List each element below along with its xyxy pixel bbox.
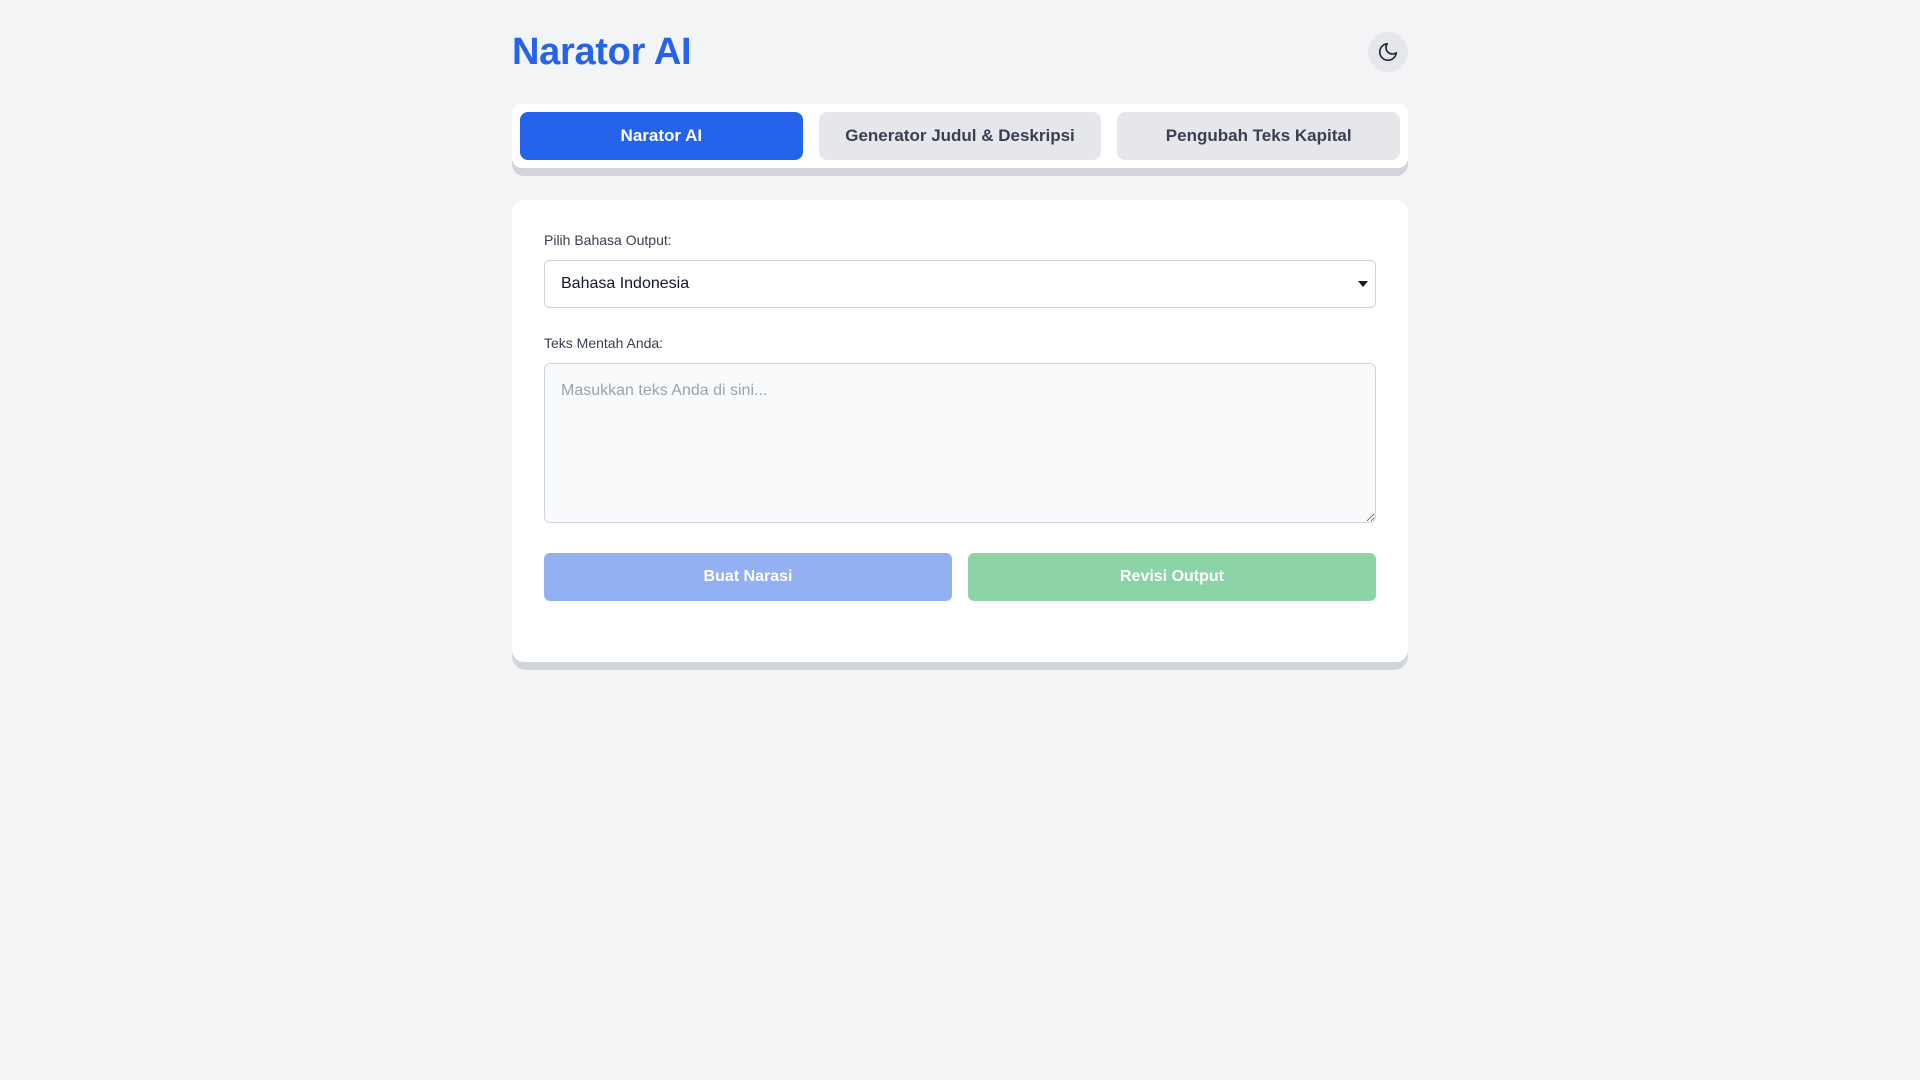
card-shadow: Pilih Bahasa Output: Bahasa Indonesia Te… (512, 200, 1408, 670)
chevron-down-icon (1358, 281, 1368, 287)
raw-text-input[interactable] (544, 363, 1376, 523)
app-title: Narator AI (512, 31, 692, 73)
theme-toggle-button[interactable] (1368, 32, 1408, 72)
revise-output-button[interactable]: Revisi Output (968, 553, 1376, 601)
language-select[interactable]: Bahasa Indonesia (544, 260, 1376, 308)
text-label: Teks Mentah Anda: (544, 335, 664, 351)
tab-pengubah-teks-kapital[interactable]: Pengubah Teks Kapital (1117, 112, 1401, 160)
language-select-value[interactable]: Bahasa Indonesia (544, 260, 1376, 308)
moon-icon (1378, 42, 1398, 62)
header: Narator AI (512, 30, 1408, 74)
generate-narration-button[interactable]: Buat Narasi (544, 553, 952, 601)
tab-bar: Narator AI Generator Judul & Deskripsi P… (512, 104, 1408, 168)
narrator-form-card: Pilih Bahasa Output: Bahasa Indonesia Te… (512, 200, 1408, 662)
action-buttons: Buat Narasi Revisi Output (544, 553, 1376, 601)
tab-generator-judul-deskripsi[interactable]: Generator Judul & Deskripsi (818, 112, 1102, 160)
language-label: Pilih Bahasa Output: (544, 232, 672, 248)
tab-narator-ai[interactable]: Narator AI (520, 112, 803, 160)
tabs-shadow: Narator AI Generator Judul & Deskripsi P… (512, 104, 1408, 176)
